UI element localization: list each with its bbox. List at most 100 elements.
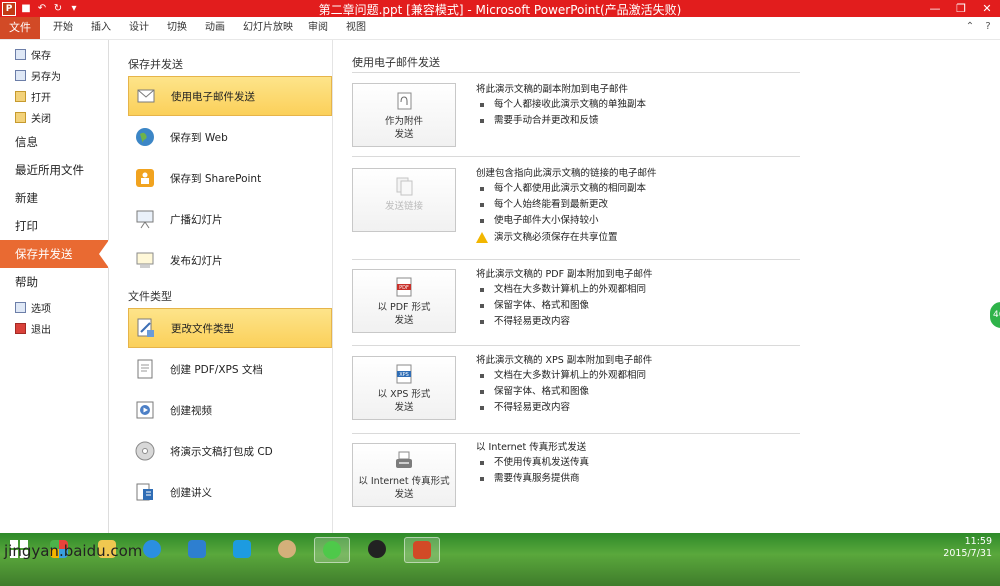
- nav-save[interactable]: 保存: [0, 44, 108, 64]
- attachment-icon: [397, 92, 412, 110]
- minimize-ribbon-icon[interactable]: ⌃: [964, 21, 976, 33]
- tab-transitions[interactable]: 切换: [167, 17, 187, 39]
- window-title: 第二章问题.ppt [兼容模式] - Microsoft PowerPoint(…: [318, 3, 682, 17]
- nav-recent-label: 最近所用文件: [15, 163, 84, 177]
- watermark-brand: Bai du: [766, 492, 864, 525]
- exit-icon: [15, 322, 26, 334]
- window-controls: — ❐ ✕: [922, 0, 1000, 17]
- nav-help[interactable]: 帮助: [0, 272, 108, 292]
- taskbar-green-app-icon[interactable]: [314, 537, 350, 563]
- send-email-item[interactable]: 使用电子邮件发送: [128, 76, 332, 116]
- ribbon-tabs: 文件 开始 插入 设计 切换 动画 幻灯片放映 审阅 视图 ⌃ ?: [0, 17, 1000, 40]
- close-button[interactable]: ✕: [974, 0, 1000, 17]
- title-bar: P ■ ↶ ↻ ▾ 第二章问题.ppt [兼容模式] - Microsoft P…: [0, 0, 1000, 17]
- tab-view[interactable]: 视图: [346, 17, 366, 39]
- minimize-button[interactable]: —: [922, 0, 948, 17]
- attachment-button-line2: 发送: [394, 129, 414, 140]
- nav-options[interactable]: 选项: [0, 297, 108, 317]
- internet-explorer-icon: [143, 540, 161, 558]
- system-tray-clock[interactable]: 11:59 2015/7/31: [932, 536, 992, 560]
- send-link-button[interactable]: 发送链接: [352, 168, 456, 232]
- change-file-type-label: 更改文件类型: [171, 322, 234, 335]
- taskbar-qq-icon[interactable]: [360, 537, 394, 561]
- create-handouts-item[interactable]: 创建讲义: [128, 472, 332, 512]
- broadcast-slideshow-label: 广播幻灯片: [170, 213, 223, 226]
- tab-insert[interactable]: 插入: [91, 17, 111, 39]
- save-to-web-item[interactable]: 保存到 Web: [128, 117, 332, 157]
- nav-info-label: 信息: [15, 135, 38, 149]
- taskbar-app2-icon[interactable]: [225, 537, 259, 561]
- pdf-button-line2: 发送: [394, 315, 414, 326]
- nav-new[interactable]: 新建: [0, 188, 108, 208]
- clock-time: 11:59: [964, 536, 992, 547]
- attachment-bullet: 需要手动合并更改和反馈: [476, 113, 646, 129]
- divider: [352, 72, 800, 73]
- send-as-attachment-button[interactable]: 作为附件 发送: [352, 83, 456, 147]
- nav-print-label: 打印: [15, 219, 38, 233]
- tab-review[interactable]: 审阅: [308, 17, 328, 39]
- fax-button-line1: 以 Internet 传真形式: [358, 476, 450, 487]
- taskbar-paint-icon[interactable]: [270, 537, 304, 561]
- xps-button-line1: 以 XPS 形式: [377, 389, 431, 400]
- nav-recent[interactable]: 最近所用文件: [0, 160, 108, 180]
- nav-info[interactable]: 信息: [0, 132, 108, 152]
- nav-exit[interactable]: 退出: [0, 318, 108, 338]
- change-file-type-item[interactable]: 更改文件类型: [128, 308, 332, 348]
- paint-palette-icon: [278, 540, 296, 558]
- fax-bullet: 不使用传真机发送传真: [476, 455, 589, 471]
- watermark-brand-cn: 经验: [916, 501, 969, 531]
- tab-home[interactable]: 开始: [53, 17, 73, 39]
- backstage-nav: 保存 另存为 打开 关闭 信息 最近所用文件 新建 打印 保存并发送 帮助 选项…: [0, 40, 109, 533]
- taskbar-cloud-icon[interactable]: [180, 537, 214, 561]
- create-video-item[interactable]: 创建视频: [128, 390, 332, 430]
- send-as-xps-button[interactable]: XPS 以 XPS 形式 发送: [352, 356, 456, 420]
- send-as-pdf-button[interactable]: PDF 以 PDF 形式 发送: [352, 269, 456, 333]
- nav-open[interactable]: 打开: [0, 86, 108, 106]
- nav-save-send[interactable]: 保存并发送: [0, 240, 109, 268]
- taskbar-powerpoint-icon[interactable]: [404, 537, 440, 563]
- nav-save-as[interactable]: 另存为: [0, 65, 108, 85]
- send-link-description: 创建包含指向此演示文稿的链接的电子邮件 每个人都使用此演示文稿的相同副本 每个人…: [476, 166, 657, 247]
- pdf-description: 将此演示文稿的 PDF 副本附加到电子邮件 文档在大多数计算机上的外观都相同 保…: [476, 267, 653, 330]
- close-folder-icon: [15, 111, 26, 123]
- send-as-fax-button[interactable]: 以 Internet 传真形式 发送: [352, 443, 456, 507]
- clock-date: 2015/7/31: [943, 548, 992, 559]
- tab-design[interactable]: 设计: [129, 17, 149, 39]
- create-pdf-xps-item[interactable]: 创建 PDF/XPS 文档: [128, 349, 332, 389]
- refresh-app-icon: [323, 541, 341, 559]
- send-link-desc-text: 创建包含指向此演示文稿的链接的电子邮件: [476, 168, 657, 179]
- nav-save-as-label: 另存为: [31, 71, 61, 83]
- package-cd-item[interactable]: 将演示文稿打包成 CD: [128, 431, 332, 471]
- handouts-icon: [136, 483, 153, 501]
- attachment-desc-text: 将此演示文稿的副本附加到电子邮件: [476, 84, 629, 95]
- nav-new-label: 新建: [15, 191, 38, 205]
- link-document-icon: [396, 177, 413, 196]
- tab-animations[interactable]: 动画: [205, 17, 225, 39]
- save-to-web-label: 保存到 Web: [170, 131, 228, 144]
- watermark-url: jingyan.baidu.com: [4, 542, 143, 560]
- save-as-icon: [15, 69, 26, 81]
- video-icon: [136, 401, 154, 419]
- publish-slides-item[interactable]: 发布幻灯片: [128, 240, 332, 280]
- nav-close[interactable]: 关闭: [0, 107, 108, 127]
- attachment-description: 将此演示文稿的副本附加到电子邮件 每个人都接收此演示文稿的单独副本 需要手动合并…: [476, 82, 646, 129]
- nav-close-label: 关闭: [31, 113, 51, 125]
- save-to-sharepoint-item[interactable]: 保存到 SharePoint: [128, 158, 332, 198]
- xps-desc-text: 将此演示文稿的 XPS 副本附加到电子邮件: [476, 355, 653, 366]
- tab-slideshow[interactable]: 幻灯片放映: [243, 17, 293, 39]
- broadcast-slideshow-item[interactable]: 广播幻灯片: [128, 199, 332, 239]
- create-video-label: 创建视频: [170, 404, 212, 417]
- ribbon-right-controls: ⌃ ?: [964, 21, 994, 33]
- attachment-button-line1: 作为附件: [384, 116, 423, 127]
- send-link-bullet: 每个人始终能看到最新更改: [476, 197, 657, 213]
- publish-slides-label: 发布幻灯片: [170, 254, 223, 267]
- pdf-bullet: 保留字体、格式和图像: [476, 298, 653, 314]
- restore-button[interactable]: ❐: [948, 0, 974, 17]
- qq-penguin-icon: [368, 540, 386, 558]
- options-icon: [15, 301, 26, 313]
- tab-file[interactable]: 文件: [0, 17, 40, 39]
- help-icon[interactable]: ?: [982, 21, 994, 33]
- fax-bullet: 需要传真服务提供商: [476, 471, 589, 487]
- fax-description: 以 Internet 传真形式发送 不使用传真机发送传真 需要传真服务提供商: [476, 440, 589, 487]
- nav-print[interactable]: 打印: [0, 216, 108, 236]
